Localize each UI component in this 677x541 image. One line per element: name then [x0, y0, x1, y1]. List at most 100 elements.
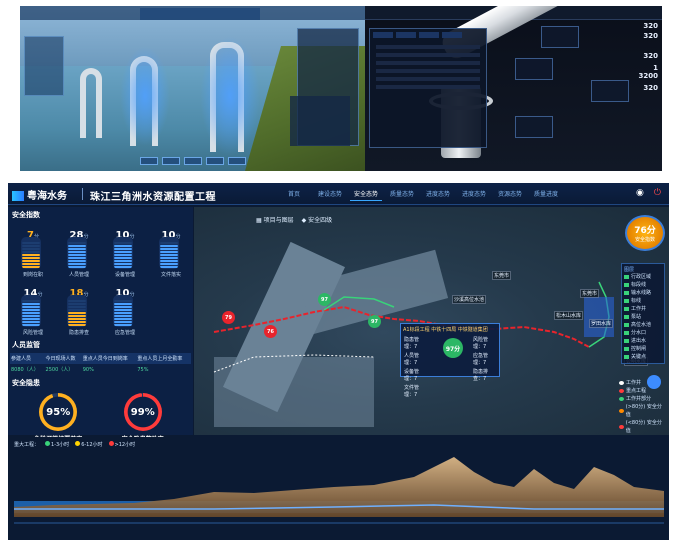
elevation-profile-chart[interactable]	[14, 447, 664, 535]
hazard-ring: 99%	[123, 393, 162, 431]
readout-number: 320	[643, 84, 658, 92]
marker-legend-dot	[619, 397, 624, 401]
gauge-segment	[22, 312, 40, 314]
pipeline-tag[interactable]	[591, 80, 629, 102]
map-pin[interactable]: 76	[264, 325, 277, 338]
hazard-ring-card[interactable]: 99% 安全隐患整改率	[107, 393, 179, 443]
legend-item[interactable]: 行政区域	[624, 273, 662, 281]
legend-checkbox[interactable]	[624, 339, 629, 343]
legend-item[interactable]: 控制闸	[624, 345, 662, 353]
scene-bottom-buttons[interactable]	[140, 157, 246, 167]
pipeline-profile-panel: 重大工程： 1-3小时 6-12小时 >12小时	[8, 437, 669, 540]
safety-gauge[interactable]: 10分 文件落实	[150, 223, 192, 279]
nav-item[interactable]: 质量进度	[530, 189, 562, 201]
nav-item[interactable]: 建设态势	[314, 189, 346, 201]
legend-checkbox[interactable]	[624, 299, 629, 303]
scene-button[interactable]	[206, 157, 224, 165]
layer-menu-button[interactable]: ▦ 项目与图层	[256, 215, 294, 224]
power-icon[interactable]: ⏻	[654, 188, 661, 198]
legend-checkbox[interactable]	[624, 347, 629, 351]
legend-item[interactable]: 泵站	[624, 313, 662, 321]
scene-button[interactable]	[162, 157, 180, 165]
legend-item[interactable]: 进出水	[624, 337, 662, 345]
safety-gauge[interactable]: 7分到岗在职	[12, 223, 54, 279]
safety-gauge[interactable]: 10分 设备管理	[104, 223, 146, 279]
gauge-segment	[68, 266, 86, 268]
pipeline-info-dialog	[369, 28, 487, 148]
pipeline-tag[interactable]	[515, 58, 553, 80]
map-pin[interactable]: 97	[318, 293, 331, 306]
dialog-tab[interactable]	[442, 32, 462, 38]
map-site-label: 罗田水库	[589, 319, 614, 328]
pipeline-3d-scene-panel: 320 320 320 1 3200 320	[365, 6, 662, 171]
marker-legend-label: 工作井	[626, 380, 642, 386]
legend-checkbox[interactable]	[624, 283, 629, 287]
legend-item[interactable]: 高位水池	[624, 321, 662, 329]
dialog-tabs[interactable]	[370, 29, 486, 41]
gauge-segment	[68, 260, 86, 262]
gauge-segment	[114, 315, 132, 317]
dialog-tab[interactable]	[396, 32, 416, 38]
readout-number: 1	[653, 64, 658, 72]
gauge-segment	[114, 309, 132, 311]
legend-checkbox[interactable]	[624, 331, 629, 335]
legend-label: 泵站	[631, 314, 642, 320]
legend-item[interactable]: 标线	[624, 297, 662, 305]
safety-gauge[interactable]: 18分 隐患排查	[58, 281, 100, 337]
legend-label: 工作井	[631, 306, 647, 312]
gauge-segment	[68, 263, 86, 265]
safety-gauge[interactable]: 28分 人员管理	[58, 223, 100, 279]
gauge-segment	[114, 245, 132, 247]
legend-checkbox[interactable]	[624, 275, 629, 279]
nav-item[interactable]: 进度态势	[458, 189, 490, 201]
pipeline-tag[interactable]	[515, 116, 553, 138]
nav-item-active[interactable]: 安全态势	[350, 189, 382, 201]
nav-item[interactable]: 进度态势	[422, 189, 454, 201]
section-popup[interactable]: A1标段工程 中铁十四局 中铁隧道集团 隐患管理：7 人员管理：7 设备管理：7…	[400, 323, 500, 398]
gauge-segment	[68, 324, 86, 326]
marker-legend-label: 工作井部分	[626, 396, 652, 402]
gauge-segment	[114, 260, 132, 262]
legend-item[interactable]: 工作井	[624, 305, 662, 313]
nav-item[interactable]: 首页	[278, 189, 310, 201]
scene-button[interactable]	[140, 157, 158, 165]
gauge-segment	[68, 251, 86, 253]
bridge-3d-scene-panel	[20, 6, 365, 171]
popup-row: 风险管理：7	[473, 337, 489, 350]
gauge-label: 设备管理	[114, 272, 135, 278]
legend-item[interactable]: 输水线路	[624, 289, 662, 297]
user-icon[interactable]: ◉	[636, 188, 644, 198]
dialog-tab[interactable]	[419, 32, 439, 38]
scene-button[interactable]	[184, 157, 202, 165]
legend-item[interactable]: 关键点	[624, 353, 662, 361]
legend-label: 关键点	[631, 354, 647, 360]
safety-level-button[interactable]: ◆ 安全四级	[302, 215, 333, 224]
legend-checkbox[interactable]	[624, 307, 629, 311]
popup-col-left: 隐患管理：7 人员管理：7 设备管理：7 文件管理：7	[401, 335, 430, 399]
boundary-line	[213, 354, 375, 373]
legend-checkbox[interactable]	[624, 291, 629, 295]
legend-item[interactable]: 标段线	[624, 281, 662, 289]
map-pin[interactable]: 97	[368, 315, 381, 328]
legend-checkbox[interactable]	[624, 315, 629, 319]
popup-title: A1标段工程 中铁十四局 中铁隧道集团	[403, 327, 488, 333]
legend-checkbox[interactable]	[624, 323, 629, 327]
gauge-segment	[22, 257, 40, 259]
gauge-label: 人员管理	[68, 272, 89, 278]
gauge-segment	[114, 303, 132, 305]
legend-checkbox[interactable]	[624, 355, 629, 359]
nav-item[interactable]: 质量态势	[386, 189, 418, 201]
hazard-ring-card[interactable]: 95% 危险源管控覆盖率	[22, 393, 94, 443]
gauge-segment	[22, 254, 40, 256]
map-pin[interactable]: 79	[222, 311, 235, 324]
safety-gauge[interactable]: 14分 风险管理	[12, 281, 54, 337]
gauge-segment	[22, 263, 40, 265]
safety-gauge[interactable]: 10分 应急管理	[104, 281, 146, 337]
popup-row: 人员管理：7	[404, 353, 420, 366]
scene-button[interactable]	[228, 157, 246, 165]
pipeline-tag[interactable]	[541, 26, 579, 48]
nav-item[interactable]: 资源态势	[494, 189, 526, 201]
satellite-map[interactable]: ▦ 项目与图层 ◆ 安全四级 79 76 97 97 东莞市 东莞市 沙溪高位水…	[194, 207, 669, 435]
dialog-tab[interactable]	[373, 32, 393, 38]
legend-item[interactable]: 分水口	[624, 329, 662, 337]
